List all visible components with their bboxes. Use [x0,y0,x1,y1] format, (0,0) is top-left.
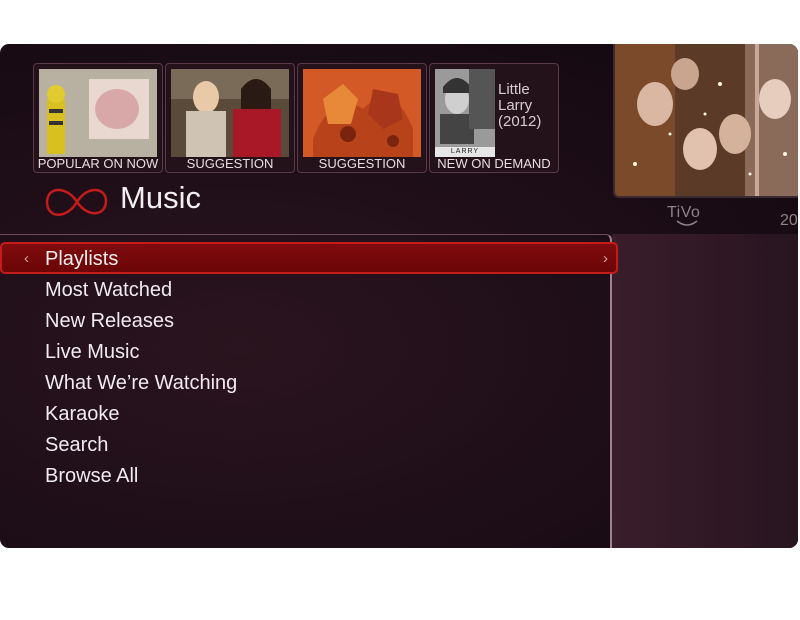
tile-thumbnail [171,69,289,157]
menu-item[interactable]: What We’re Watching [45,368,237,399]
chevron-left-icon[interactable]: ‹ [24,244,29,274]
music-logo-icon [44,180,110,229]
tile-suggestion-1[interactable]: SUGGESTION [165,63,295,173]
chevron-right-icon[interactable]: › [603,244,608,274]
right-background [612,234,798,548]
tile-caption: SUGGESTION [318,156,406,171]
corner-number: 20 [780,212,798,229]
tile-caption: POPULAR ON NOW [37,156,159,171]
tv-screen: POPULAR ON NOW SUGGESTION SUGGESTION LAR… [0,44,798,548]
tile-popular[interactable]: POPULAR ON NOW [33,63,163,173]
tile-thumbnail [303,69,421,157]
menu-item[interactable]: Most Watched [45,275,172,306]
menu-item[interactable]: Karaoke [45,399,120,430]
menu-item[interactable]: Search [45,430,108,461]
tile-suggestion-2[interactable]: SUGGESTION [297,63,427,173]
tile-thumbnail [39,69,157,157]
menu-item[interactable]: Browse All [45,461,138,492]
tile-caption: NEW ON DEMAND [437,156,551,171]
tivo-smile-icon [676,220,698,226]
tile-poster: LARRY [435,69,495,157]
menu-item-label: Playlists [45,248,119,270]
page-title: Music [120,180,201,215]
menu-item-selected[interactable]: ‹ Playlists › [0,242,618,274]
menu-item[interactable]: New Releases [45,306,174,337]
tile-caption: SUGGESTION [186,156,274,171]
tile-new-on-demand[interactable]: LARRY Little Larry (2012) NEW ON DEMAND [429,63,559,173]
poster-text: LARRY [450,148,480,155]
live-preview[interactable] [613,44,798,198]
preview-image [615,44,798,196]
tile-title: Little Larry (2012) [498,81,542,130]
menu-item[interactable]: Live Music [45,337,139,368]
